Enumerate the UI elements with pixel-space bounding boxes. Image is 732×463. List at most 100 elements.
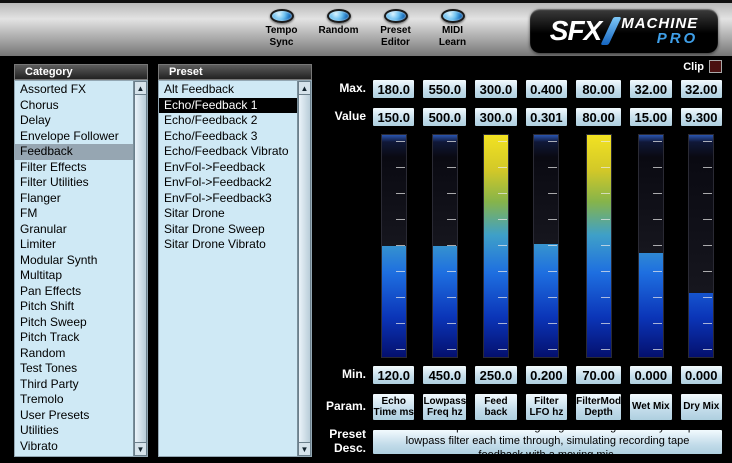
toolbar-buttons: Tempo Sync Random Preset Editor MIDI Learn [258, 9, 476, 48]
list-item[interactable]: Filter Utilities [15, 175, 133, 191]
tempo-sync-led-icon[interactable] [270, 9, 294, 23]
list-item[interactable]: Envelope Follower [15, 129, 133, 145]
value-box[interactable]: 0.301 [524, 106, 569, 128]
list-item[interactable]: Sitar Drone Sweep [159, 222, 297, 238]
param-slider[interactable] [638, 134, 664, 358]
list-item[interactable]: Flanger [15, 191, 133, 207]
list-item[interactable]: Sitar Drone Vibrato [159, 237, 297, 253]
list-item[interactable]: Chorus [15, 98, 133, 114]
list-item[interactable]: Multitap [15, 268, 133, 284]
list-item[interactable]: Alt Feedback [159, 82, 297, 98]
list-item[interactable]: Assorted FX [15, 82, 133, 98]
param-slider[interactable] [381, 134, 407, 358]
value-box[interactable]: 9.300 [679, 106, 724, 128]
param-button[interactable]: Lowpass Freq hz [421, 392, 468, 422]
param-slider[interactable] [483, 134, 509, 358]
scroll-up-button[interactable]: ▲ [298, 81, 311, 95]
list-item[interactable]: Filter Effects [15, 160, 133, 176]
preset-scrollbar[interactable]: ▲ ▼ [297, 81, 311, 456]
param-button[interactable]: Wet Mix [628, 392, 673, 422]
param-label: Param. [330, 392, 366, 422]
max-value-box[interactable]: 550.0 [421, 78, 468, 100]
max-value-box[interactable]: 0.400 [524, 78, 569, 100]
list-item[interactable]: Echo/Feedback 3 [159, 129, 297, 145]
list-item[interactable]: Echo/Feedback 2 [159, 113, 297, 129]
scrollbar-thumb[interactable] [298, 95, 311, 442]
random-led-icon[interactable] [327, 9, 351, 23]
max-value-box[interactable]: 32.00 [628, 78, 673, 100]
param-slider[interactable] [688, 134, 714, 358]
slider-cell [524, 134, 569, 358]
param-slider[interactable] [586, 134, 612, 358]
param-button[interactable]: Dry Mix [679, 392, 724, 422]
slider-ticks-icon [396, 141, 405, 351]
list-item[interactable]: EnvFol->Feedback3 [159, 191, 297, 207]
list-item[interactable]: Pitch Track [15, 330, 133, 346]
preset-editor-label: Preset Editor [372, 25, 419, 48]
value-box[interactable]: 500.0 [421, 106, 468, 128]
preset-editor-led-icon[interactable] [384, 9, 408, 23]
list-item[interactable]: EnvFol->Feedback2 [159, 175, 297, 191]
max-value-box[interactable]: 180.0 [371, 78, 416, 100]
param-button[interactable]: FilterMod Depth [574, 392, 623, 422]
value-box[interactable]: 300.0 [473, 106, 518, 128]
value-box[interactable]: 80.00 [574, 106, 623, 128]
scrollbar-thumb[interactable] [134, 95, 147, 442]
min-value-box[interactable]: 250.0 [473, 364, 518, 386]
list-item[interactable]: Third Party [15, 377, 133, 393]
scroll-down-button[interactable]: ▼ [134, 442, 147, 456]
param-button[interactable]: Filter LFO hz [524, 392, 569, 422]
list-item[interactable]: Modular Synth [15, 253, 133, 269]
min-value-box[interactable]: 0.000 [679, 364, 724, 386]
max-value-box[interactable]: 300.0 [473, 78, 518, 100]
list-item[interactable]: Utilities [15, 423, 133, 439]
min-value-box[interactable]: 0.200 [524, 364, 569, 386]
list-item[interactable]: Pitch Sweep [15, 315, 133, 331]
slider-cell [371, 134, 416, 358]
list-item[interactable]: Random [15, 346, 133, 362]
midi-learn-led-icon[interactable] [441, 9, 465, 23]
scroll-up-button[interactable]: ▲ [134, 81, 147, 95]
list-item[interactable]: Delay [15, 113, 133, 129]
min-value-box[interactable]: 0.000 [628, 364, 673, 386]
category-panel: Category Assorted FXChorusDelayEnvelope … [14, 64, 148, 457]
max-value-box[interactable]: 80.00 [574, 78, 623, 100]
value-box[interactable]: 150.0 [371, 106, 416, 128]
list-item[interactable]: Limiter [15, 237, 133, 253]
min-value-box[interactable]: 70.00 [574, 364, 623, 386]
list-item[interactable]: Pan Effects [15, 284, 133, 300]
list-item[interactable]: Tremolo [15, 392, 133, 408]
max-value-box[interactable]: 32.00 [679, 78, 724, 100]
preset-listbox: Alt FeedbackEcho/Feedback 1Echo/Feedback… [158, 80, 312, 457]
min-value-box[interactable]: 120.0 [371, 364, 416, 386]
scroll-down-button[interactable]: ▼ [298, 442, 311, 456]
preset-editor-button[interactable]: Preset Editor [372, 9, 419, 48]
list-item[interactable]: Vibrato [15, 439, 133, 455]
list-item[interactable]: Echo/Feedback Vibrato [159, 144, 297, 160]
list-item[interactable]: Feedback [15, 144, 133, 160]
list-item[interactable]: EnvFol->Feedback [159, 160, 297, 176]
list-item[interactable]: Echo/Feedback 1 [159, 98, 297, 114]
slider-cell [574, 134, 623, 358]
tempo-sync-button[interactable]: Tempo Sync [258, 9, 305, 48]
midi-learn-label: MIDI Learn [429, 25, 476, 48]
param-slider[interactable] [432, 134, 458, 358]
list-item[interactable]: FM [15, 206, 133, 222]
value-box[interactable]: 15.00 [628, 106, 673, 128]
list-item[interactable]: User Presets [15, 408, 133, 424]
list-item[interactable]: Sitar Drone [159, 206, 297, 222]
list-item[interactable]: Pitch Shift [15, 299, 133, 315]
category-scrollbar[interactable]: ▲ ▼ [133, 81, 147, 456]
min-value-box[interactable]: 450.0 [421, 364, 468, 386]
param-button[interactable]: Feed back [473, 392, 518, 422]
midi-learn-button[interactable]: MIDI Learn [429, 9, 476, 48]
slider-ticks-icon [703, 141, 712, 351]
preset-desc-label: Preset Desc. [330, 428, 366, 456]
param-slider[interactable] [533, 134, 559, 358]
value-label: Value [330, 106, 366, 128]
list-item[interactable]: Test Tones [15, 361, 133, 377]
random-button[interactable]: Random [315, 9, 362, 48]
preset-list: Alt FeedbackEcho/Feedback 1Echo/Feedback… [159, 82, 297, 455]
list-item[interactable]: Granular [15, 222, 133, 238]
param-button[interactable]: Echo Time ms [371, 392, 416, 422]
